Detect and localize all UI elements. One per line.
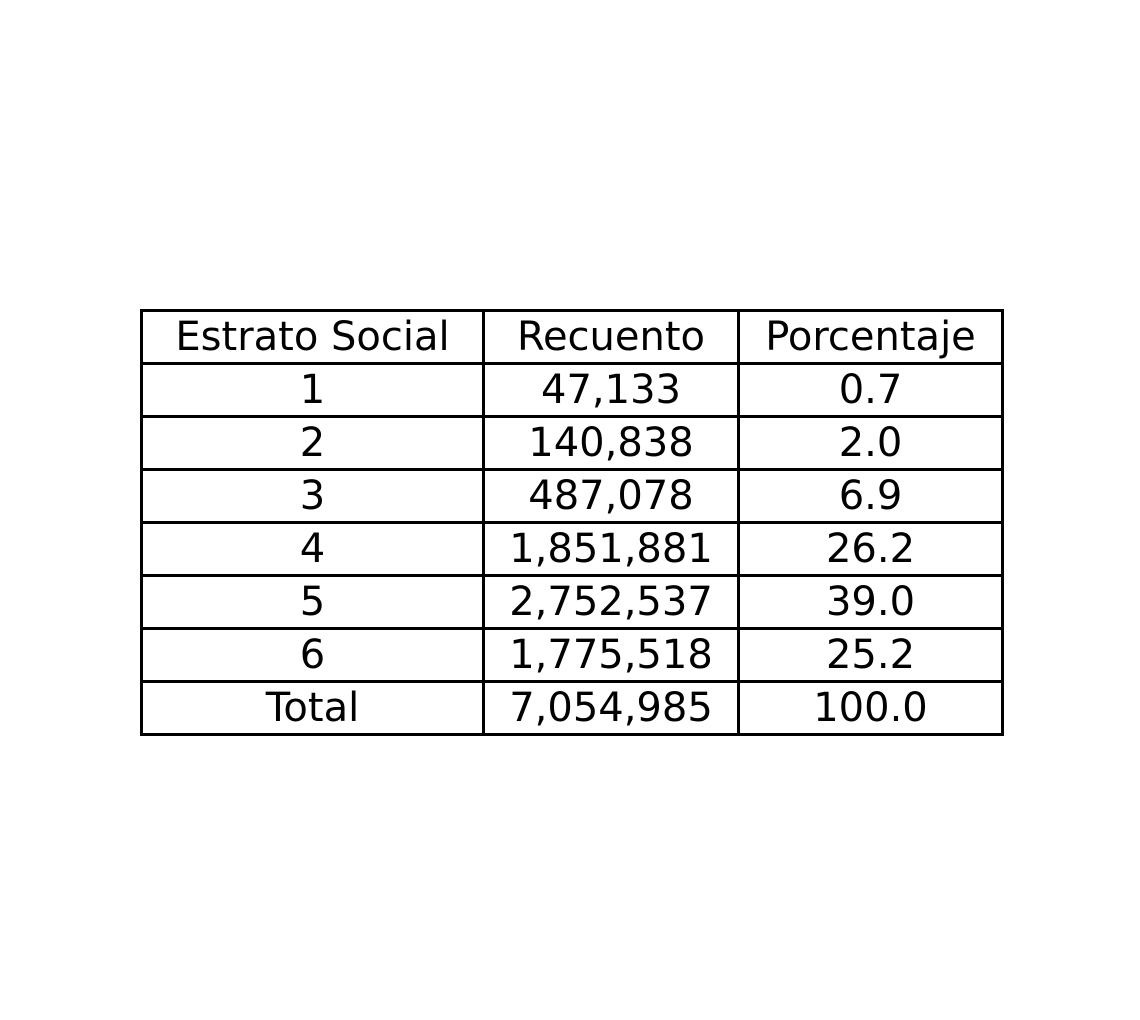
table-cell-porcentaje: 0.7 (737, 362, 1004, 418)
table-cell-estrato: 6 (140, 627, 485, 683)
table-row: 2 140,838 2.0 (140, 415, 1004, 471)
data-table: Estrato Social Recuento Porcentaje 1 47,… (140, 309, 1004, 736)
table-cell-estrato: 5 (140, 574, 485, 630)
table-row: 4 1,851,881 26.2 (140, 521, 1004, 577)
table-cell-porcentaje: 6.9 (737, 468, 1004, 524)
table-cell-porcentaje: 2.0 (737, 415, 1004, 471)
table-cell-total-recuento: 7,054,985 (482, 680, 740, 736)
table-cell-recuento: 47,133 (482, 362, 740, 418)
table-cell-total-label: Total (140, 680, 485, 736)
column-header-porcentaje: Porcentaje (737, 309, 1004, 365)
table-cell-recuento: 2,752,537 (482, 574, 740, 630)
table-row: 1 47,133 0.7 (140, 362, 1004, 418)
table-cell-porcentaje: 26.2 (737, 521, 1004, 577)
table-cell-recuento: 140,838 (482, 415, 740, 471)
table-cell-porcentaje: 39.0 (737, 574, 1004, 630)
table-cell-estrato: 3 (140, 468, 485, 524)
table-cell-estrato: 2 (140, 415, 485, 471)
column-header-estrato-social: Estrato Social (140, 309, 485, 365)
table-row: 6 1,775,518 25.2 (140, 627, 1004, 683)
table-cell-estrato: 4 (140, 521, 485, 577)
table-cell-recuento: 1,775,518 (482, 627, 740, 683)
table-cell-porcentaje: 25.2 (737, 627, 1004, 683)
table-cell-total-porcentaje: 100.0 (737, 680, 1004, 736)
table-header-row: Estrato Social Recuento Porcentaje (140, 309, 1004, 365)
table-cell-estrato: 1 (140, 362, 485, 418)
column-header-recuento: Recuento (482, 309, 740, 365)
data-table-container: Estrato Social Recuento Porcentaje 1 47,… (140, 309, 1004, 736)
table-row-total: Total 7,054,985 100.0 (140, 680, 1004, 736)
table-cell-recuento: 1,851,881 (482, 521, 740, 577)
table-row: 5 2,752,537 39.0 (140, 574, 1004, 630)
table-row: 3 487,078 6.9 (140, 468, 1004, 524)
table-cell-recuento: 487,078 (482, 468, 740, 524)
